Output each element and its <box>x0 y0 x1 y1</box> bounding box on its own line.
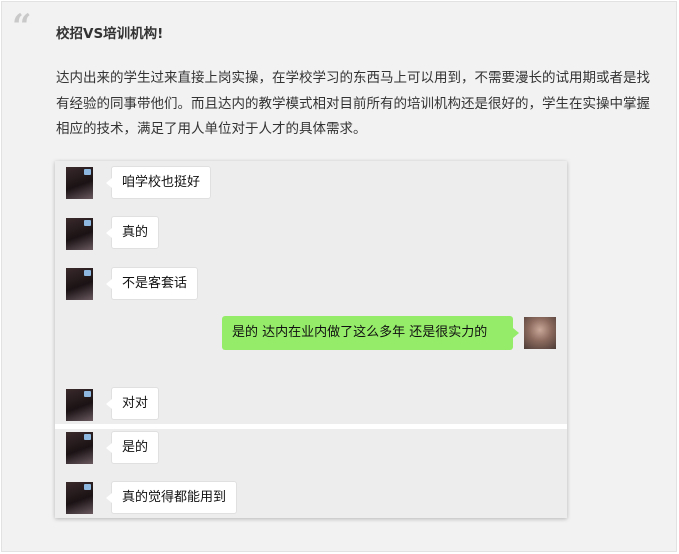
message-bubble[interactable]: 咱学校也挺好 <box>105 166 212 199</box>
message-bubble[interactable]: 真的觉得都能用到 <box>105 481 238 514</box>
contact-avatar[interactable] <box>66 268 93 300</box>
message-bubble[interactable]: 真的 <box>105 216 160 249</box>
article-paragraph: 达内出来的学生过来直接上岗实操，在学校学习的东西马上可以用到，不需要漫长的试用期… <box>56 70 650 137</box>
chat-screenshot: 咱学校也挺好 真的 不是客套话 是的 达内在业内做了这么多年 还是很实力的 对对… <box>55 161 567 518</box>
message-bubble[interactable]: 是的 <box>105 431 160 464</box>
quote-mark-icon: “ <box>12 7 32 47</box>
contact-avatar[interactable] <box>66 482 93 514</box>
message-bubble[interactable]: 不是客套话 <box>105 267 199 300</box>
message-bubble[interactable]: 对对 <box>105 387 160 420</box>
self-avatar[interactable] <box>524 317 556 349</box>
contact-avatar[interactable] <box>66 432 93 464</box>
contact-avatar[interactable] <box>66 218 93 250</box>
contact-avatar[interactable] <box>66 167 93 199</box>
contact-avatar[interactable] <box>66 389 93 421</box>
self-message-bubble[interactable]: 是的 达内在业内做了这么多年 还是很实力的 <box>222 316 519 350</box>
article-heading: 校招VS培训机构! <box>56 26 164 42</box>
